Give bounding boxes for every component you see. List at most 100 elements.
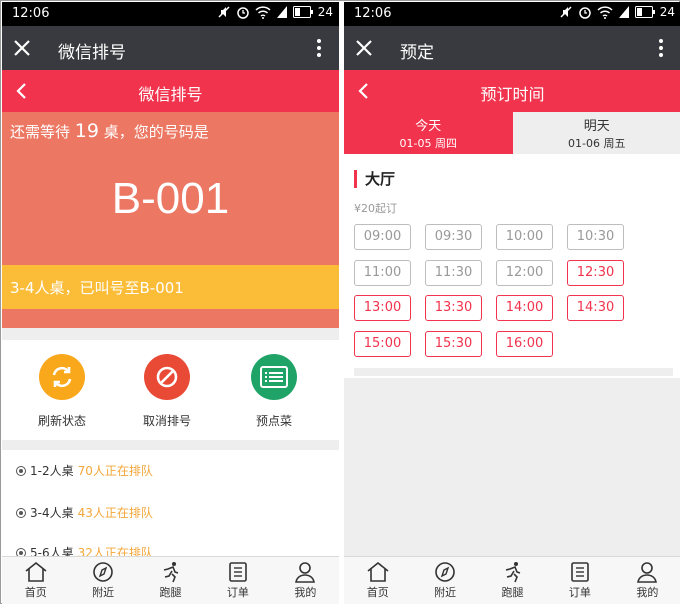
runner-icon bbox=[163, 562, 178, 583]
wechat-title: 微信排号 bbox=[58, 43, 126, 63]
time-slot-button[interactable]: 12:00 bbox=[496, 259, 553, 286]
list-item: 3-4人桌 43人正在排队 bbox=[16, 504, 153, 521]
tab-orders[interactable]: 订单 bbox=[204, 557, 271, 604]
tab-label: 跑腿 bbox=[159, 586, 182, 599]
home-icon bbox=[367, 561, 389, 582]
phone-queue-screen: 12:06 24 微信排号 微信排号 还需等待 19 桌，您的号码是 B-001… bbox=[2, 2, 339, 604]
status-time: 12:06 bbox=[12, 6, 50, 21]
mute-icon bbox=[560, 6, 572, 18]
cancel-icon bbox=[144, 354, 190, 400]
tab-nearby[interactable]: 附近 bbox=[411, 557, 478, 604]
cancel-queue-button[interactable]: 取消排号 bbox=[122, 354, 212, 429]
tab-profile[interactable]: 我的 bbox=[272, 557, 339, 604]
pre-order-button[interactable]: 预点菜 bbox=[229, 354, 319, 429]
queue-count: 43人正在排队 bbox=[77, 506, 153, 520]
compass-icon bbox=[93, 562, 113, 582]
tab-label: 跑腿 bbox=[501, 586, 524, 599]
more-options-icon[interactable] bbox=[649, 36, 673, 60]
page-title: 预订时间 bbox=[480, 85, 545, 104]
list-item: 1-2人桌 70人正在排队 bbox=[16, 462, 153, 479]
time-slot-button[interactable]: 14:00 bbox=[496, 295, 553, 321]
table-size: 1-2人桌 bbox=[30, 464, 74, 478]
pre-order-label: 预点菜 bbox=[255, 414, 292, 428]
alarm-icon bbox=[578, 7, 591, 19]
tab-profile[interactable]: 我的 bbox=[614, 557, 680, 604]
status-time: 12:06 bbox=[354, 6, 392, 21]
phone-reservation-screen: 12:06 24 预定 预订时间 今天 01-05 周四 明天 01-06 周五… bbox=[344, 2, 680, 604]
bullet-icon bbox=[16, 465, 26, 476]
tab-errand[interactable]: 跑腿 bbox=[137, 557, 204, 604]
status-bar: 12:06 24 bbox=[344, 2, 680, 26]
table-size: 3-4人桌 bbox=[30, 506, 74, 520]
wechat-header: 预定 bbox=[344, 26, 680, 70]
day-date: 01-05 周四 bbox=[399, 137, 457, 150]
page-title: 微信排号 bbox=[138, 85, 203, 104]
tab-label: 附近 bbox=[92, 586, 115, 599]
time-slot-button[interactable]: 13:30 bbox=[425, 295, 482, 321]
tab-errand[interactable]: 跑腿 bbox=[479, 557, 546, 604]
screenshot-frame: 12:06 24 微信排号 微信排号 还需等待 19 桌，您的号码是 B-001… bbox=[0, 0, 680, 604]
day-tabs: 今天 01-05 周四 明天 01-06 周五 bbox=[344, 112, 680, 154]
queue-status-list: 1-2人桌 70人正在排队 3-4人桌 43人正在排队 5-6人桌 32人正在排… bbox=[2, 450, 339, 560]
battery-level: 24 bbox=[317, 5, 333, 19]
time-slot-button[interactable]: 13:00 bbox=[354, 295, 411, 321]
time-slot-button[interactable]: 15:00 bbox=[354, 330, 411, 357]
system-icons: 24 bbox=[217, 5, 333, 19]
bottom-tab-bar: 首页 附近 跑腿 订单 我的 bbox=[344, 556, 680, 604]
time-slot-button[interactable]: 09:30 bbox=[425, 224, 482, 250]
system-icons: 24 bbox=[559, 5, 675, 19]
close-icon[interactable] bbox=[10, 36, 34, 60]
action-buttons: 刷新状态 取消排号 预点菜 bbox=[2, 340, 339, 440]
bullet-icon bbox=[16, 507, 26, 518]
tab-label: 订单 bbox=[226, 586, 249, 599]
tab-label: 我的 bbox=[294, 586, 317, 599]
wechat-title: 预定 bbox=[400, 43, 434, 63]
tab-label: 首页 bbox=[366, 586, 389, 599]
time-slot-button[interactable]: 16:00 bbox=[496, 330, 553, 357]
time-slot-button[interactable]: 10:00 bbox=[496, 224, 553, 250]
refresh-status-button[interactable]: 刷新状态 bbox=[17, 354, 107, 429]
tab-label: 订单 bbox=[568, 586, 591, 599]
close-icon[interactable] bbox=[352, 36, 376, 60]
time-slot-button[interactable]: 12:30 bbox=[567, 259, 624, 286]
section-spacer bbox=[2, 328, 339, 340]
tab-home[interactable]: 首页 bbox=[2, 557, 69, 604]
cancel-queue-label: 取消排号 bbox=[142, 414, 191, 428]
wait-message: 还需等待 19 桌，您的号码是 bbox=[10, 120, 209, 142]
queue-ticket-card: 还需等待 19 桌，您的号码是 B-001 3-4人桌，已叫号至B-001 bbox=[2, 112, 339, 328]
section-title: 大厅 bbox=[354, 170, 395, 188]
user-icon bbox=[295, 562, 316, 583]
tab-orders[interactable]: 订单 bbox=[546, 557, 613, 604]
tab-label: 附近 bbox=[434, 586, 457, 599]
time-slot-button[interactable]: 10:30 bbox=[567, 224, 624, 250]
time-slot-button[interactable]: 11:30 bbox=[425, 259, 482, 286]
refresh-status-label: 刷新状态 bbox=[37, 414, 86, 428]
tab-home[interactable]: 首页 bbox=[344, 557, 411, 604]
tab-tomorrow[interactable]: 明天 01-06 周五 bbox=[512, 112, 680, 154]
wifi-icon bbox=[597, 6, 613, 19]
signal-icon bbox=[276, 6, 287, 18]
battery-icon bbox=[292, 6, 313, 18]
battery-level: 24 bbox=[659, 5, 675, 19]
time-slot-button[interactable]: 09:00 bbox=[354, 224, 411, 250]
called-status-banner: 3-4人桌，已叫号至B-001 bbox=[2, 265, 339, 309]
order-icon bbox=[571, 562, 589, 582]
minimum-price: ¥20起订 bbox=[354, 202, 397, 215]
wait-suffix: 桌，您的号码是 bbox=[103, 123, 209, 141]
tab-label: 我的 bbox=[636, 586, 659, 599]
mute-icon bbox=[218, 6, 230, 18]
bottom-tab-bar: 首页 附近 跑腿 订单 我的 bbox=[2, 556, 339, 604]
home-icon bbox=[25, 561, 47, 582]
day-label: 今天 bbox=[415, 119, 442, 134]
menu-icon bbox=[251, 354, 297, 400]
status-bar: 12:06 24 bbox=[2, 2, 339, 26]
tab-nearby[interactable]: 附近 bbox=[69, 557, 136, 604]
more-options-icon[interactable] bbox=[307, 36, 331, 60]
runner-icon bbox=[505, 562, 520, 583]
time-slot-button[interactable]: 11:00 bbox=[354, 259, 411, 286]
day-label: 明天 bbox=[583, 119, 610, 134]
time-slot-button[interactable]: 14:30 bbox=[567, 295, 624, 321]
alarm-icon bbox=[236, 7, 249, 19]
tab-today[interactable]: 今天 01-05 周四 bbox=[344, 112, 513, 154]
time-slot-button[interactable]: 15:30 bbox=[425, 330, 482, 357]
